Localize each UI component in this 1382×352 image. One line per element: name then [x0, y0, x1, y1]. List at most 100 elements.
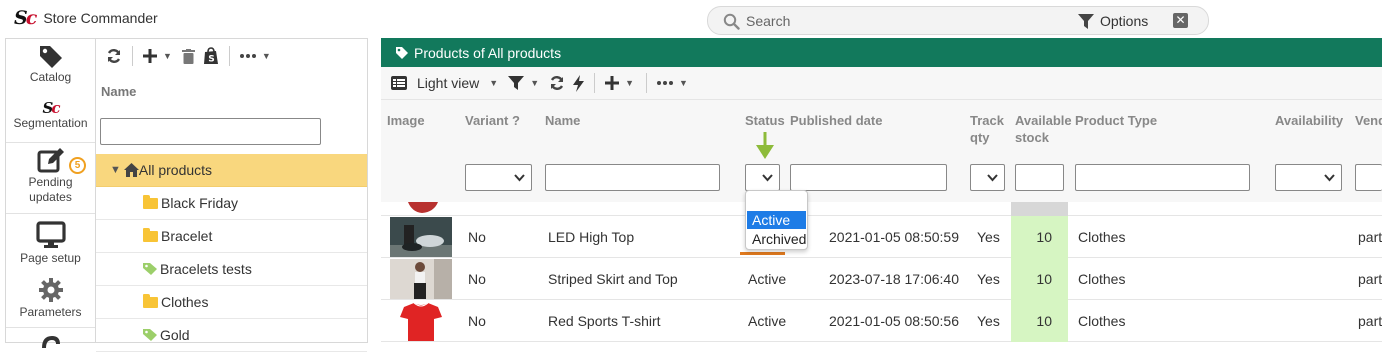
status-option-archived[interactable]: Archived: [747, 230, 806, 248]
rail-item-page-setup[interactable]: Page setup: [6, 221, 95, 266]
loading-indicator: [740, 252, 785, 255]
rail-item-pending-updates[interactable]: 5 Pending updates: [6, 147, 95, 211]
stock-filter-input[interactable]: [1015, 164, 1064, 191]
chevron-down-icon: [514, 174, 525, 182]
vendor-filter-input[interactable]: [1355, 164, 1382, 191]
more-icon[interactable]: [653, 71, 677, 95]
products-toolbar: Light view ▼ ▼ ▼ ▼: [381, 67, 1382, 100]
column-track-qty[interactable]: Track qty: [970, 112, 1004, 146]
tree-item-label: All products: [138, 162, 213, 178]
add-icon[interactable]: [139, 44, 161, 68]
table-row[interactable]: No LED High Top 2021-01-05 08:50:59 Yes …: [381, 216, 1382, 258]
tree-toolbar: ▼ S ▼: [96, 39, 367, 73]
chevron-down-icon[interactable]: ▼: [110, 164, 121, 176]
trash-icon[interactable]: [178, 44, 199, 68]
close-icon[interactable]: ✕: [1173, 13, 1188, 28]
vendor-cell: part: [1358, 313, 1382, 329]
options-button[interactable]: Options: [1100, 13, 1148, 29]
tree-item-bracelet[interactable]: Bracelet: [96, 220, 367, 253]
stock-cell: 10: [1011, 258, 1068, 300]
link-icon[interactable]: [38, 334, 64, 348]
table-row[interactable]: No Red Sports T-shirt Active 2021-01-05 …: [381, 300, 1382, 342]
column-vendor[interactable]: Vend: [1355, 112, 1382, 129]
product-thumbnail: [390, 259, 452, 299]
tree-item-bracelets-tests[interactable]: Bracelets tests: [96, 253, 367, 286]
variant-cell: No: [468, 229, 486, 245]
column-published-date[interactable]: Published date: [790, 112, 882, 129]
published-date-filter-input[interactable]: [790, 164, 947, 191]
published-date-cell: 2021-01-05 08:50:56: [829, 313, 959, 329]
rail-item-parameters[interactable]: Parameters: [6, 277, 95, 320]
segmentation-icon: Sc: [42, 99, 61, 117]
tree-item-black-friday[interactable]: Black Friday: [96, 187, 367, 220]
status-cell: Active: [748, 313, 787, 329]
status-filter-select[interactable]: [745, 164, 780, 191]
chevron-down-icon[interactable]: ▼: [161, 51, 178, 61]
svg-text:S: S: [208, 55, 214, 65]
light-view-selector[interactable]: Light view: [417, 75, 479, 91]
track-qty-filter-select[interactable]: [970, 164, 1005, 191]
folder-icon: [143, 227, 158, 242]
column-name[interactable]: Name: [545, 112, 580, 129]
green-arrow-icon: [756, 132, 774, 159]
variant-filter-select[interactable]: [465, 164, 532, 191]
list-icon[interactable]: [387, 71, 411, 95]
tree-item-clothes[interactable]: Clothes: [96, 286, 367, 319]
rail-item-catalog[interactable]: Catalog: [6, 43, 95, 85]
rail-label: Segmentation: [13, 116, 88, 130]
app-title: Store Commander: [43, 10, 158, 26]
toolbar-divider: [228, 46, 230, 66]
column-available-stock[interactable]: Available stock: [1015, 112, 1072, 146]
column-product-type[interactable]: Product Type: [1075, 112, 1157, 129]
chevron-down-icon[interactable]: ▼: [528, 78, 545, 88]
products-header: Products of All products: [381, 38, 1382, 67]
rail-item-segmentation[interactable]: Sc Segmentation: [6, 101, 95, 131]
status-cell: Active: [748, 271, 787, 287]
toolbar-divider: [594, 73, 596, 93]
status-option-active[interactable]: Active: [747, 211, 806, 229]
stock-cell: 10: [1011, 216, 1068, 258]
stock-cell: [1011, 202, 1068, 216]
tree-item-gold[interactable]: Gold: [96, 319, 367, 352]
table-row[interactable]: [381, 202, 1382, 216]
vendor-cell: part: [1358, 229, 1382, 245]
tree-filter-input[interactable]: [100, 118, 321, 145]
column-variant[interactable]: Variant ?: [465, 112, 520, 129]
lightning-icon[interactable]: [569, 71, 588, 95]
rail-label: Pending: [28, 175, 73, 189]
panel-splitter[interactable]: [368, 38, 381, 343]
tree-item-all-products[interactable]: ▼ All products: [96, 154, 367, 187]
chevron-down-icon[interactable]: ▼: [677, 78, 694, 88]
chevron-down-icon[interactable]: ▼: [623, 78, 640, 88]
name-cell: Striped Skirt and Top: [548, 271, 678, 287]
availability-filter-select[interactable]: [1275, 164, 1342, 191]
product-type-cell: Clothes: [1078, 313, 1126, 329]
product-thumbnail: [390, 217, 452, 257]
search-bar[interactable]: Search Options ✕: [707, 6, 1209, 35]
filter-icon[interactable]: [1077, 13, 1095, 30]
chevron-down-icon[interactable]: ▼: [260, 51, 277, 61]
chevron-down-icon[interactable]: ▼: [487, 78, 504, 88]
more-icon[interactable]: [236, 44, 260, 68]
filter-icon[interactable]: [504, 71, 528, 95]
refresh-icon[interactable]: [102, 44, 126, 68]
name-filter-input[interactable]: [545, 164, 720, 191]
column-image[interactable]: Image: [387, 112, 425, 129]
tree-column-header[interactable]: Name: [101, 84, 136, 99]
column-status[interactable]: Status: [745, 112, 785, 129]
column-availability[interactable]: Availability: [1275, 112, 1343, 129]
product-type-filter-input[interactable]: [1075, 164, 1250, 191]
tree-item-label: Black Friday: [161, 195, 239, 211]
left-rail: Catalog Sc Segmentation 5 Pending update…: [5, 38, 95, 348]
tag-icon: [396, 46, 408, 59]
search-input[interactable]: Search: [746, 13, 790, 29]
brand[interactable]: Sc Store Commander: [14, 8, 158, 28]
refresh-icon[interactable]: [545, 71, 569, 95]
vendor-cell: part: [1358, 271, 1382, 287]
table-row[interactable]: No Striped Skirt and Top Active 2023-07-…: [381, 258, 1382, 300]
category-tree-panel: ▼ S ▼ Name ▼ All products Black Friday B…: [95, 38, 368, 352]
shopify-icon[interactable]: S: [199, 44, 223, 68]
published-date-cell: 2021-01-05 08:50:59: [829, 229, 959, 245]
add-icon[interactable]: [601, 71, 623, 95]
chevron-down-icon: [987, 174, 998, 182]
